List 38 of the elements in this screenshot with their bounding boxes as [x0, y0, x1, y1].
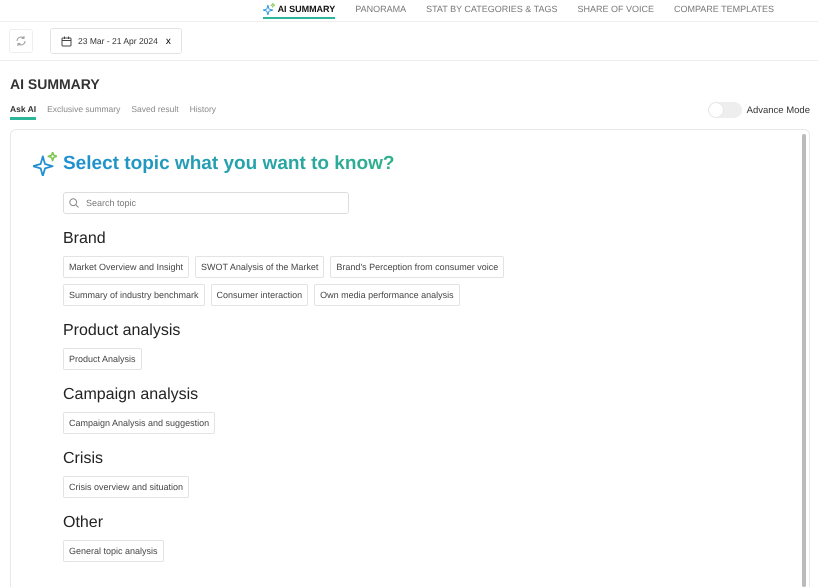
- topic-chip[interactable]: General topic analysis: [63, 540, 164, 562]
- group-title: Product analysis: [63, 322, 182, 340]
- group-title: Other: [63, 514, 104, 532]
- topic-chip[interactable]: SWOT Analysis of the Market: [195, 256, 324, 278]
- topic-chip[interactable]: Consumer interaction: [210, 284, 308, 306]
- nav-tab[interactable]: STAT BY CATEGORIES & TAGS: [416, 0, 568, 19]
- advance-mode-label: Advance Mode: [746, 104, 810, 116]
- refresh-icon: [15, 35, 27, 47]
- topic-chip[interactable]: Brand's Perception from consumer voice: [330, 256, 504, 278]
- clear-button[interactable]: x: [164, 36, 171, 46]
- group-title: Brand: [63, 230, 107, 248]
- calendar-icon: [61, 36, 72, 46]
- refresh-button[interactable]: [9, 29, 33, 53]
- page-title: AI SUMMARY: [10, 76, 101, 92]
- search-icon: [69, 198, 79, 208]
- nav-tab[interactable]: PANORAMA: [345, 0, 416, 19]
- group-title: Crisis: [63, 450, 104, 468]
- advance-mode-toggle[interactable]: [708, 102, 742, 118]
- sub-tab[interactable]: Saved result: [131, 104, 179, 120]
- topic-chip[interactable]: Summary of industry benchmark: [63, 284, 205, 306]
- scrollbar[interactable]: [802, 134, 806, 587]
- nav-tab[interactable]: AI SUMMARY: [262, 0, 336, 19]
- topic-chip[interactable]: Market Overview and Insight: [63, 256, 190, 278]
- topic-chip[interactable]: Campaign Analysis and suggestion: [63, 412, 216, 434]
- topic-chip[interactable]: Own media performance analysis: [314, 284, 460, 306]
- topic-chip[interactable]: Crisis overview and situation: [63, 476, 190, 498]
- group-title: Campaign analysis: [63, 386, 200, 404]
- sub-tab[interactable]: History: [190, 104, 216, 120]
- topic-heading: Select topic what you want to know?: [63, 153, 394, 175]
- sub-tab[interactable]: Exclusive summary: [47, 104, 120, 120]
- date-range-field[interactable]: 23 Mar - 21 Apr 2024 x: [50, 28, 182, 54]
- topic-chip[interactable]: Product Analysis: [63, 348, 142, 370]
- sub-tab[interactable]: Ask AI: [10, 104, 36, 120]
- date-range-text: 23 Mar - 21 Apr 2024: [78, 36, 158, 46]
- nav-tab[interactable]: SHARE OF VOICE: [567, 0, 664, 19]
- search-field[interactable]: Search topic: [63, 192, 349, 214]
- nav-tab[interactable]: COMPARE TEMPLATES: [664, 0, 784, 19]
- sparkle-icon: [33, 152, 57, 176]
